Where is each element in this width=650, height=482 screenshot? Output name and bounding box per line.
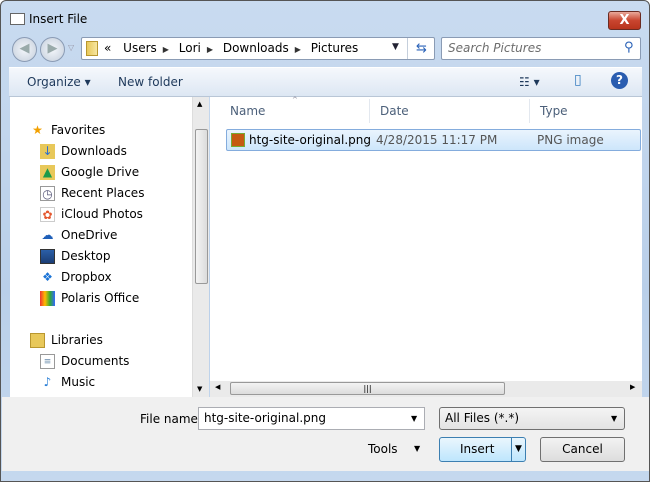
forward-button[interactable]: ▶ [40,37,65,62]
recent-locations-dropdown[interactable]: ▽ [68,43,74,52]
recent-places-icon: ◷ [40,186,55,201]
star-icon: ★ [32,123,43,137]
scrollbar-thumb[interactable] [195,129,208,284]
search-icon[interactable]: ⚲ [624,40,634,55]
column-header-type[interactable]: Type [530,99,642,123]
command-bar: Organize ▾ New folder ☷ ▾ ▯ ? [9,67,642,97]
new-folder-button[interactable]: New folder [118,75,183,89]
file-type: PNG image [537,133,604,147]
nav-item-google-drive[interactable]: ▲ Google Drive [40,162,139,182]
chevron-down-icon[interactable]: ▼ [611,408,617,429]
address-bar[interactable]: « Users ▶ Lori ▶ Downloads ▶ Pictures ▼ ⇆ [81,37,435,60]
file-type-value: All Files (*.*) [445,411,520,425]
scroll-up-icon[interactable]: ▲ [197,100,202,108]
icloud-photos-icon: ✿ [40,207,55,222]
documents-icon: ≡ [40,354,55,369]
close-button[interactable]: X [608,11,641,30]
insert-file-dialog: Insert File X ◀ ▶ ▽ « Users ▶ Lori ▶ Downl… [0,0,650,482]
insert-dropdown-icon[interactable]: ▼ [511,438,525,461]
column-header-date[interactable]: Date [370,99,530,123]
scroll-left-icon[interactable]: ◀ [215,383,220,391]
file-name-label: File name: [140,412,202,426]
nav-libraries[interactable]: Libraries [30,330,103,350]
nav-label: Documents [61,354,130,368]
file-row[interactable]: htg-site-original.png 4/28/2015 11:17 PM… [226,129,641,151]
list-horizontal-scrollbar[interactable]: ◀ ||| ▶ [210,381,642,397]
file-list: Name ^ Date Type htg-site-original.png 4… [210,96,642,397]
tools-dropdown-icon[interactable]: ▼ [414,444,420,453]
nav-item-icloud-photos[interactable]: ✿ iCloud Photos [40,204,143,224]
nav-label: OneDrive [61,228,118,242]
file-name-input[interactable]: htg-site-original.png ▼ [198,407,425,430]
scroll-down-icon[interactable]: ▼ [197,385,202,393]
breadcrumb-pictures[interactable]: Pictures [311,41,359,55]
navigation-pane: ★ Favorites ↓ Downloads ▲ Google Drive ◷ Rec… [10,97,209,397]
views-icon[interactable]: ☷ ▾ [519,75,540,89]
nav-item-polaris-office[interactable]: Polaris Office [40,288,139,308]
music-icon: ♪ [43,375,52,389]
polaris-office-icon [40,291,55,306]
window-title: Insert File [29,12,88,26]
back-button[interactable]: ◀ [12,37,37,62]
dialog-footer: File name: htg-site-original.png ▼ All F… [2,397,649,471]
nav-label: Libraries [51,333,103,347]
scroll-right-icon[interactable]: ▶ [630,383,635,391]
file-name-value: htg-site-original.png [204,411,326,425]
insert-button[interactable]: Insert ▼ [439,437,526,462]
address-dropdown-icon[interactable]: ▼ [392,42,399,52]
chevron-down-icon[interactable]: ▼ [411,408,417,429]
file-date: 4/28/2015 11:17 PM [376,133,498,147]
nav-label: iCloud Photos [61,207,143,221]
libraries-icon [30,333,45,348]
nav-label: Downloads [61,144,127,158]
dropbox-icon: ❖ [42,270,53,284]
file-type-select[interactable]: All Files (*.*) ▼ [439,407,625,430]
breadcrumb-lori[interactable]: Lori [179,41,201,55]
nav-item-dropbox[interactable]: ❖ Dropbox [40,267,112,287]
nav-vertical-scrollbar[interactable]: ▲ ▼ [192,97,209,397]
google-drive-icon: ▲ [40,165,55,180]
breadcrumb-overflow[interactable]: « [104,41,111,55]
scrollbar-thumb[interactable]: ||| [230,382,505,395]
insert-label: Insert [460,442,495,456]
help-icon[interactable]: ? [611,72,628,89]
breadcrumb-downloads[interactable]: Downloads [223,41,289,55]
nav-label: Recent Places [61,186,145,200]
nav-item-documents[interactable]: ≡ Documents [40,351,129,371]
downloads-folder-icon: ↓ [40,144,55,159]
onedrive-icon: ☁ [41,228,54,242]
search-input[interactable]: Search Pictures [448,41,541,55]
nav-label: Polaris Office [61,291,140,305]
nav-item-downloads[interactable]: ↓ Downloads [40,141,127,161]
nav-label: Google Drive [61,165,140,179]
nav-item-desktop[interactable]: Desktop [40,246,111,266]
window-icon [10,13,25,25]
tools-button[interactable]: Tools [368,442,398,456]
nav-item-onedrive[interactable]: ☁ OneDrive [40,225,118,245]
refresh-icon[interactable]: ⇆ [407,38,435,59]
search-box[interactable]: Search Pictures ⚲ [441,37,641,60]
nav-label: Music [61,375,96,389]
nav-label: Desktop [61,249,111,263]
file-name: htg-site-original.png [249,133,371,147]
cancel-button[interactable]: Cancel [540,437,625,462]
png-file-icon [231,133,245,147]
preview-pane-icon[interactable]: ▯ [574,72,582,88]
organize-button[interactable]: Organize ▾ [27,75,91,89]
folder-icon [86,41,98,56]
sort-ascending-icon: ^ [292,96,298,104]
breadcrumb-users[interactable]: Users [123,41,157,55]
nav-item-recent-places[interactable]: ◷ Recent Places [40,183,144,203]
nav-favorites[interactable]: ★ Favorites [30,120,105,140]
desktop-icon [40,249,55,264]
nav-item-music[interactable]: ♪ Music [40,372,96,392]
nav-label: Dropbox [61,270,112,284]
nav-label: Favorites [51,123,106,137]
